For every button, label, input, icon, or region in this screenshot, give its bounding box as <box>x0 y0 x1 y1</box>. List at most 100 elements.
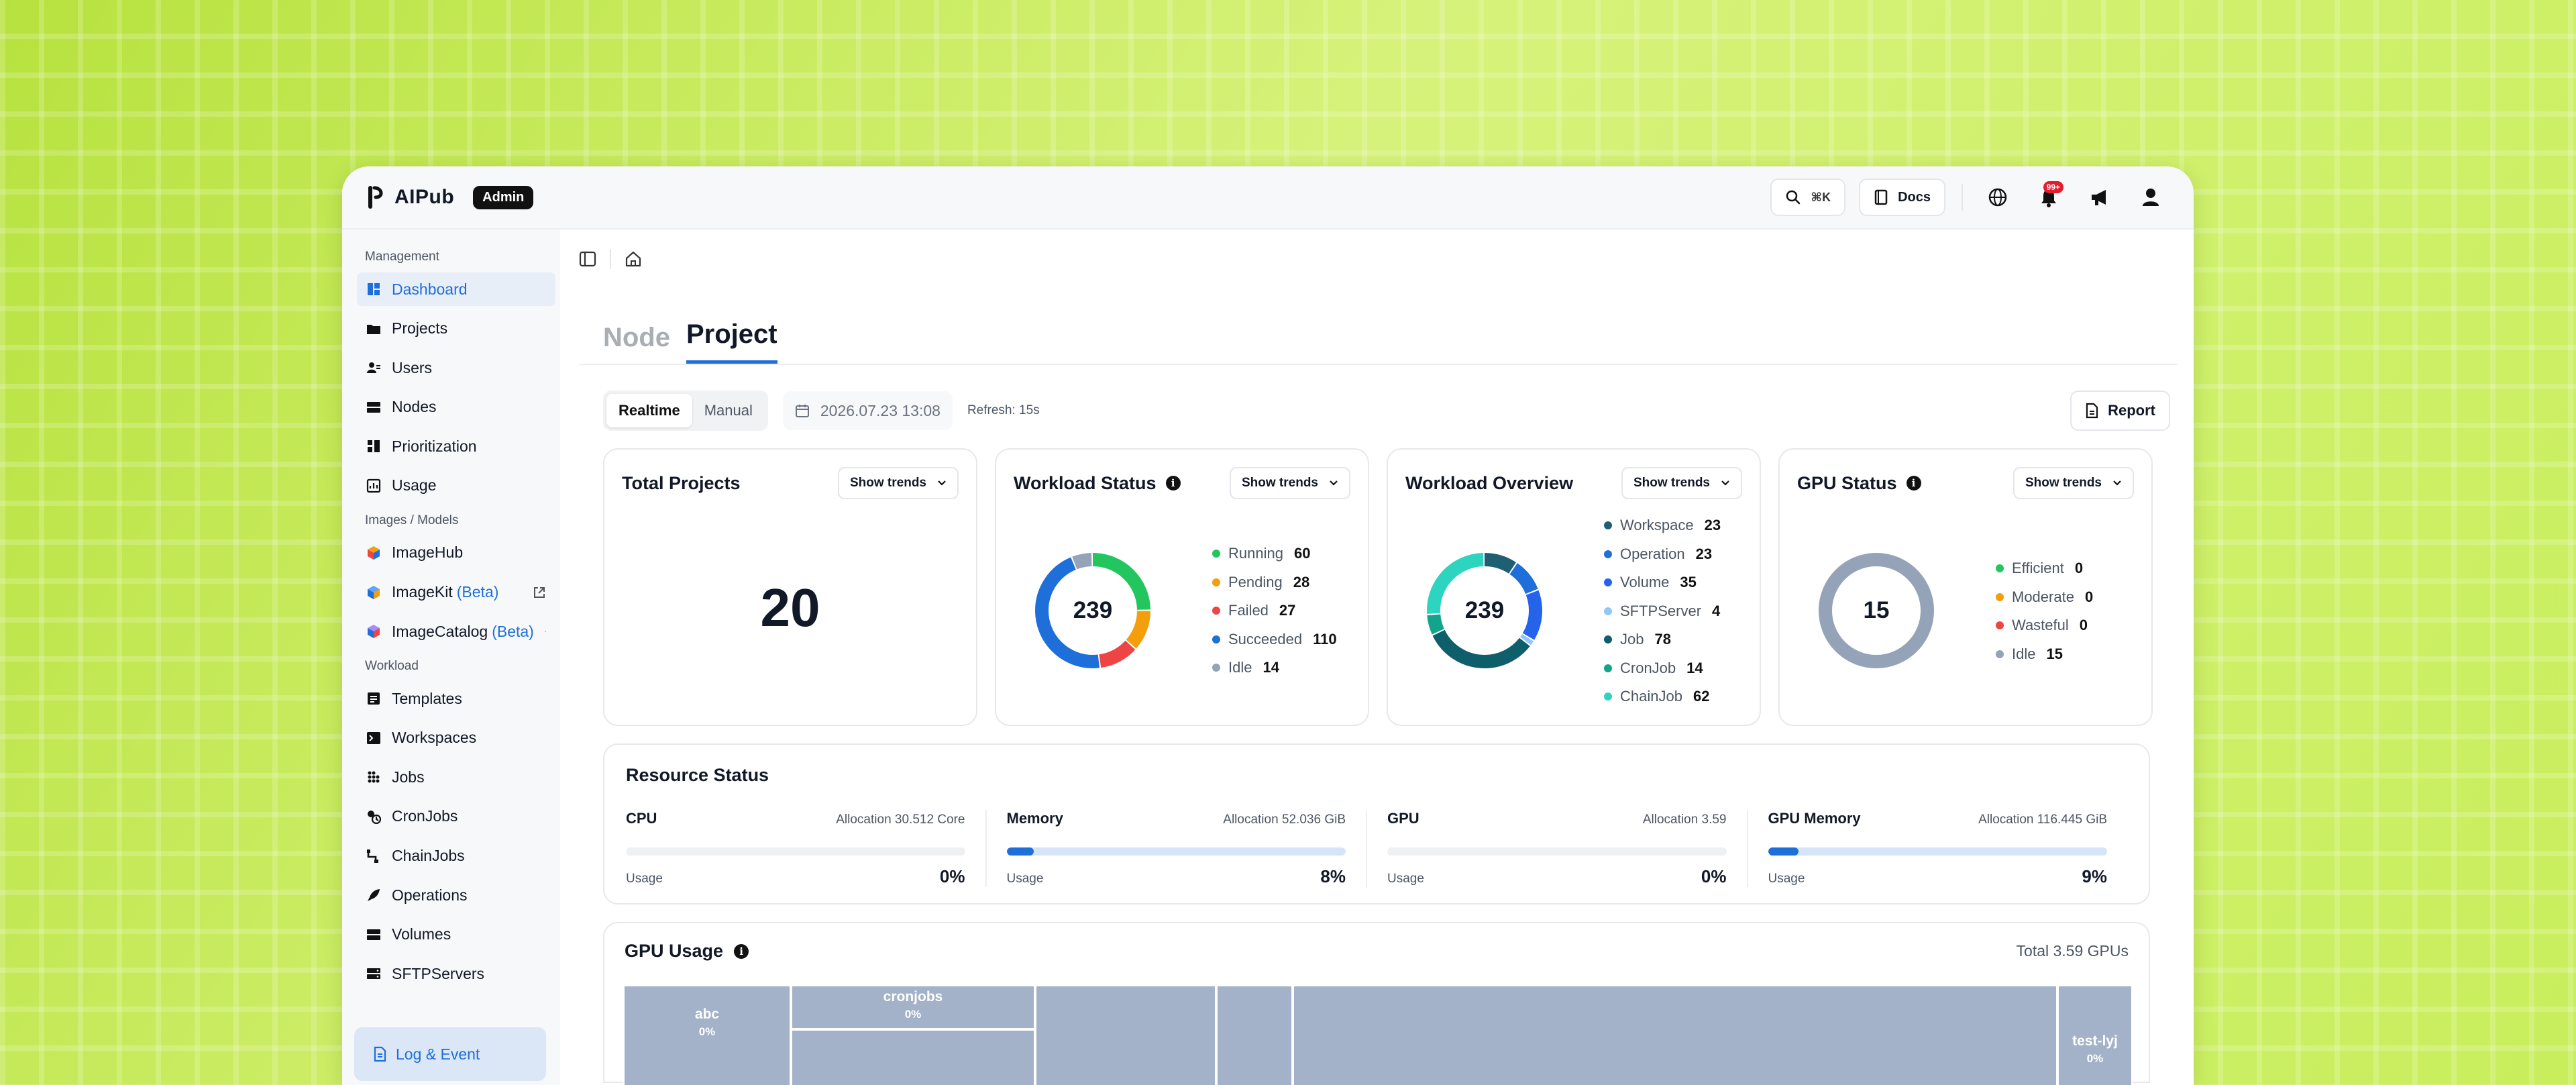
chevron-down-icon <box>1721 480 1729 486</box>
legend-label: Efficient <box>2012 560 2064 577</box>
announcements-button[interactable] <box>2081 178 2118 216</box>
profile-button[interactable] <box>2132 178 2169 216</box>
legend-value: 110 <box>1313 630 1337 648</box>
log-event-button[interactable]: Log & Event <box>354 1027 546 1081</box>
resource-memory: Memory Allocation 52.036 GiB Usage 8% <box>985 810 1366 887</box>
treemap-block[interactable]: test-lyj 0% <box>2057 985 2133 1085</box>
sidebar-item-volumes[interactable]: Volumes <box>357 918 555 951</box>
manual-button[interactable]: Manual <box>692 394 765 427</box>
sidebar-item-projects[interactable]: Projects <box>357 312 555 346</box>
top-bar: AIPub Admin ⌘K Docs 99+ <box>342 166 2194 229</box>
treemap-block[interactable] <box>1293 985 2057 1085</box>
sidebar-item-imagehub[interactable]: ImageHub <box>357 536 555 570</box>
sidebar-item-usage[interactable]: Usage <box>357 469 555 503</box>
sidebar-item-users[interactable]: Users <box>357 351 555 384</box>
docs-button[interactable]: Docs <box>1859 178 1945 216</box>
jobs-icon <box>368 771 380 783</box>
gpu-status-total: 15 <box>1863 597 1890 623</box>
sidebar-item-operations[interactable]: Operations <box>357 878 555 912</box>
sidebar-item-label: Prioritization <box>392 437 477 455</box>
rocket-icon <box>368 889 380 902</box>
refresh-interval: Refresh: 15s <box>967 403 1040 417</box>
tab-node[interactable]: Node <box>603 323 670 364</box>
show-trends-button[interactable]: Show trends <box>837 467 959 499</box>
sidebar-item-templates[interactable]: Templates <box>357 682 555 715</box>
notifications-button[interactable]: 99+ <box>2030 178 2068 216</box>
breadcrumb-divider <box>610 249 611 269</box>
sidebar-item-imagecatalog[interactable]: ImageCatalog (Beta) <box>357 615 555 648</box>
legend-value: 23 <box>1695 545 1713 562</box>
info-icon[interactable]: i <box>1165 476 1181 490</box>
sidebar-item-nodes[interactable]: Nodes <box>357 391 555 424</box>
legend-value: 0 <box>2084 588 2094 605</box>
sidebar-item-cronjobs[interactable]: CronJobs <box>357 800 555 833</box>
search-button[interactable]: ⌘K <box>1770 178 1846 216</box>
language-button[interactable] <box>1979 178 2017 216</box>
treemap-block[interactable]: cronjobs 0% <box>791 985 1035 1029</box>
sidebar-item-chainjobs[interactable]: ChainJobs <box>357 839 555 873</box>
legend-label: CronJob <box>1620 659 1676 676</box>
imagehub-icon <box>368 546 380 560</box>
dashboard-icon <box>368 283 380 295</box>
external-link-icon <box>545 631 546 633</box>
home-icon[interactable] <box>625 250 642 268</box>
sidebar-item-prioritization[interactable]: Prioritization <box>357 429 555 463</box>
treemap-block[interactable] <box>1035 985 1216 1085</box>
resource-usage-label: Usage <box>1387 872 1424 886</box>
legend-value: 28 <box>1293 573 1310 590</box>
card-title: Workload Status <box>1014 472 1157 493</box>
resource-usage-label: Usage <box>1006 872 1044 886</box>
resource-gpu-memory: GPU Memory Allocation 116.445 GiB Usage 9% <box>1746 810 2128 887</box>
topbar-divider <box>1962 184 1963 211</box>
tab-project[interactable]: Project <box>686 319 777 364</box>
resource-usage-label: Usage <box>626 872 663 886</box>
calendar-icon <box>795 405 809 417</box>
sidebar-item-dashboard[interactable]: Dashboard <box>357 272 555 306</box>
logo[interactable]: AIPub Admin <box>366 185 534 209</box>
legend-value: 0 <box>2074 560 2084 577</box>
treemap-block[interactable] <box>1216 985 1293 1085</box>
chevron-down-icon <box>2113 480 2121 486</box>
sidebar-item-label: Templates <box>392 689 462 707</box>
legend-dot <box>1996 564 2004 573</box>
info-icon[interactable]: i <box>1906 476 1921 490</box>
treemap-block[interactable] <box>791 1029 1035 1085</box>
imagekit-icon <box>368 585 380 599</box>
legend-dot <box>1996 592 2004 601</box>
workload-overview-card: Workload Overview Show trends 239 Worksp… <box>1387 448 1761 726</box>
sidebar-item-sftpservers[interactable]: SFTPServers <box>357 957 555 990</box>
legend-value: 0 <box>2079 617 2088 634</box>
gpu-usage-treemap: abc 0% cronjobs 0% test-lyj 0% <box>623 985 2133 1085</box>
date-picker[interactable]: 2026.07.23 13:08 <box>782 391 953 430</box>
show-trends-button[interactable]: Show trends <box>1621 467 1742 499</box>
legend-dot <box>1212 635 1220 643</box>
show-trends-label: Show trends <box>1633 476 1710 490</box>
info-icon[interactable]: i <box>734 943 749 959</box>
sidebar-item-workspaces[interactable]: Workspaces <box>357 721 555 755</box>
treemap-block[interactable]: abc 0% <box>623 985 791 1085</box>
cronjobs-icon <box>368 810 381 824</box>
legend-label: Idle <box>1228 659 1252 676</box>
sidebar-item-imagekit[interactable]: ImageKit (Beta) <box>357 576 555 609</box>
legend-value: 4 <box>1712 602 1721 619</box>
sidebar-item-jobs[interactable]: Jobs <box>357 760 555 794</box>
report-button[interactable]: Report <box>2070 391 2170 431</box>
search-icon <box>1786 190 1801 205</box>
legend-item-succeeded: Succeeded 110 <box>1212 625 1337 654</box>
realtime-button[interactable]: Realtime <box>606 394 692 427</box>
legend-dot <box>1604 635 1612 644</box>
show-trends-button[interactable]: Show trends <box>1229 467 1350 499</box>
legend-item-pending: Pending 28 <box>1212 568 1337 597</box>
resource-name: CPU <box>626 810 657 827</box>
prioritization-icon <box>368 440 380 453</box>
resource-gpu: GPU Allocation 3.59 Usage 0% <box>1366 810 1747 887</box>
total-projects-value: 20 <box>760 578 820 637</box>
sidebar-item-label: ImageKit <box>392 583 453 601</box>
sidebar: Management Dashboard Projects Users Nodes Pr… <box>342 229 560 1085</box>
legend-dot <box>1996 621 2004 630</box>
legend-dot <box>1212 664 1220 672</box>
sidebar-item-label: SFTPServers <box>392 964 485 982</box>
show-trends-button[interactable]: Show trends <box>2012 467 2134 499</box>
tabs-underline <box>579 364 2178 365</box>
sidebar-toggle-icon[interactable] <box>579 250 596 268</box>
